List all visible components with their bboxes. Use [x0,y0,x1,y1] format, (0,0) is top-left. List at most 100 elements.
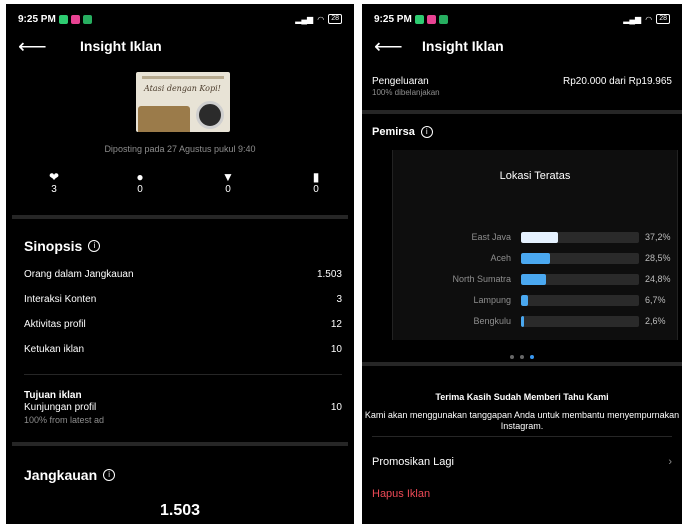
goal-title: Tujuan iklan [24,390,82,401]
delete-ad-label: Hapus Iklan [372,488,431,500]
section-divider [362,362,682,366]
status-time: 9:25 PM [18,13,56,25]
shares-stat: ▼ 0 [208,170,248,195]
row-separator [24,374,342,375]
location-percent: 24,8% [645,274,671,284]
heart-icon: ❤ [48,170,60,184]
location-bar-track [521,316,639,327]
engagement-stats: ❤ 3 ● 0 ▼ 0 ▮ 0 [6,170,354,200]
row-value: 1.503 [316,269,342,280]
ad-thumbnail[interactable]: Atasi dengan Kopi! [136,72,230,132]
back-arrow-icon[interactable]: ⟵ [18,34,58,59]
carousel-dot [520,355,524,359]
wifi-icon: ◠ [645,14,653,24]
sinopsis-row: Ketukan iklan 10 [24,344,342,355]
location-percent: 2,6% [645,316,666,326]
location-bar [521,274,546,285]
location-percent: 37,2% [645,232,671,242]
top-locations-title: Lokasi Teratas [499,170,571,182]
location-bar-track [521,253,639,264]
likes-count: 3 [51,184,57,195]
feedback-text: Kami akan menggunakan tanggapan Anda unt… [364,410,680,431]
left-screen: 9:25 PM ▂▄▆ ◠ 28 ⟵ Insight Iklan Atasi d… [6,4,354,524]
battery-icon: 28 [328,14,342,24]
chevron-right-icon: › [668,456,672,468]
carousel-dot-active [530,355,535,359]
location-name: Aceh [490,253,511,263]
page-title: Insight Iklan [422,38,504,54]
location-bar-track [521,295,639,306]
reach-heading: Jangkauan i [24,467,116,483]
audience-title: Pemirsa [372,126,415,138]
back-arrow-icon[interactable]: ⟵ [374,34,414,59]
row-value: 3 [336,294,342,305]
location-row: Aceh 28,5% [393,253,677,265]
thumbnail-banner [142,76,224,79]
shares-count: 0 [225,184,231,195]
header: ⟵ Insight Iklan [374,34,670,58]
location-name: Lampung [473,295,511,305]
info-icon[interactable]: i [88,240,101,252]
comment-icon: ● [136,170,144,184]
sinopsis-row: Orang dalam Jangkauan 1.503 [24,269,342,280]
row-label: Ketukan iklan [24,344,85,355]
likes-stat: ❤ 3 [34,170,74,195]
location-row: Bengkulu 2,6% [393,316,677,328]
comments-stat: ● 0 [120,170,160,195]
whatsapp-icon [82,14,92,24]
location-bar [521,253,550,264]
location-name: East Java [471,232,511,242]
thumbnail-cup [196,101,224,129]
section-divider [12,215,348,219]
notification-icon [414,14,424,24]
whatsapp-icon [438,14,448,24]
location-name: North Sumatra [452,274,511,284]
sinopsis-row: Aktivitas profil 12 [24,319,342,330]
spend-amount: Rp20.000 dari Rp19.965 [563,76,672,87]
location-name: Bengkulu [473,316,511,326]
spend-section: Pengeluaran 100% dibelanjakan Rp20.000 d… [372,76,672,97]
sinopsis-title: Sinopsis [24,238,83,254]
location-bar [521,295,528,306]
info-icon[interactable]: i [420,126,433,138]
location-bar [521,232,559,243]
notification-icon [58,14,68,24]
status-bar: 9:25 PM ▂▄▆ ◠ 28 [18,12,342,26]
location-bar [521,316,524,327]
comments-count: 0 [137,184,143,195]
thumbnail-caption: Atasi dengan Kopi! [144,84,221,93]
delete-ad-item[interactable]: Hapus Iklan [372,488,672,500]
signal-icon: ▂▄▆ [295,14,314,24]
goal-value: 10 [330,402,342,413]
status-time: 9:25 PM [374,13,412,25]
share-icon: ▼ [222,170,234,184]
carousel-dot [509,355,514,359]
promote-again-item[interactable]: Promosikan Lagi › [372,456,672,468]
posted-date: Diposting pada 27 Agustus pukul 9:40 [104,144,256,154]
row-label: Aktivitas profil [24,319,86,330]
right-screen: 9:25 PM ▂▄▆ ◠ 28 ⟵ Insight Iklan Pengelu… [362,4,682,524]
status-bar: 9:25 PM ▂▄▆ ◠ 28 [374,12,670,26]
location-row: North Sumatra 24,8% [393,274,677,286]
feedback-message: Terima Kasih Sudah Memberi Tahu Kami Kam… [362,392,682,432]
location-bar-track [521,232,639,243]
spend-subtext: 100% dibelanjakan [372,88,440,97]
instagram-icon [426,14,436,24]
info-icon[interactable]: i [103,469,116,481]
row-separator [372,436,672,437]
reach-title: Jangkauan [24,467,98,483]
row-label: Orang dalam Jangkauan [24,269,134,280]
thumbnail-food [138,106,190,132]
location-bar-track [521,274,639,285]
sinopsis-row: Interaksi Konten 3 [24,294,342,305]
top-locations-card[interactable]: Lokasi Teratas East Java 37,2% Aceh 28,5% No… [392,150,678,340]
bookmark-icon: ▮ [312,170,320,184]
saves-stat: ▮ 0 [296,170,336,195]
instagram-icon [70,14,80,24]
location-percent: 28,5% [645,253,671,263]
signal-icon: ▂▄▆ [623,14,642,24]
promote-again-label: Promosikan Lagi [372,456,454,468]
wifi-icon: ◠ [317,14,325,24]
location-row: East Java 37,2% [393,232,677,244]
row-value: 12 [330,319,342,330]
